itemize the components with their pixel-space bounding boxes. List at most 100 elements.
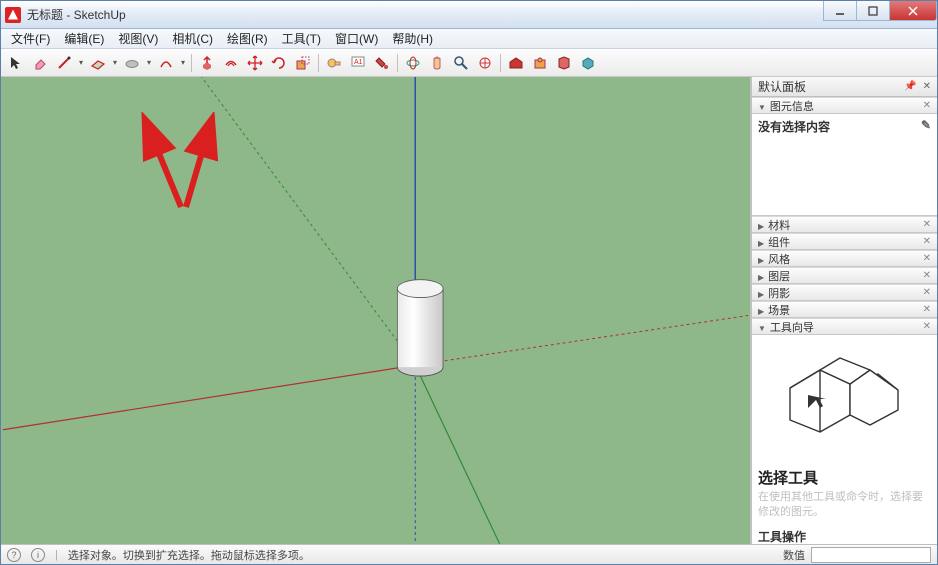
components-button[interactable] — [577, 52, 599, 74]
circle-tool[interactable] — [121, 52, 143, 74]
section-scenes[interactable]: ▶场景✕ — [752, 301, 937, 318]
chevron-right-icon: ▶ — [758, 222, 764, 231]
toolbar: ▾ ▾ ▾ ▾ A1 — [1, 49, 937, 77]
viewport[interactable] — [1, 77, 751, 544]
section-styles[interactable]: ▶风格✕ — [752, 250, 937, 267]
section-close-icon[interactable]: ✕ — [923, 219, 931, 230]
pushpull-tool[interactable] — [196, 52, 218, 74]
side-panel: 默认面板 📌 ✕ ▼ 图元信息 ✕ 没有选择内容 ✎ ▶ 材料 ✕ ▶ 组件 ✕ ▶ 风格 ✕… — [751, 77, 937, 544]
chevron-down-icon: ▼ — [758, 103, 766, 112]
maximize-button[interactable] — [856, 1, 890, 21]
entity-info-title: 图元信息 — [770, 101, 814, 113]
guide-op-title: 工具操作 — [758, 528, 931, 544]
text-tool[interactable]: A1 — [347, 52, 369, 74]
menu-file[interactable]: 文件(F) — [5, 29, 56, 48]
default-tray-header[interactable]: 默认面板 📌 ✕ — [752, 77, 937, 97]
scale-tool[interactable] — [292, 52, 314, 74]
annotation-arrows — [131, 112, 221, 225]
section-label: 风格 — [768, 254, 790, 266]
section-close-icon[interactable]: ✕ — [923, 236, 931, 247]
toolbar-sep-3 — [395, 52, 400, 74]
tape-tool[interactable] — [323, 52, 345, 74]
status-icon-2[interactable]: i — [31, 548, 45, 562]
select-tool[interactable] — [5, 52, 27, 74]
statusbar: ? i | 选择对象。切换到扩充选择。拖动鼠标选择多项。 数值 — [1, 544, 937, 564]
menu-view[interactable]: 视图(V) — [112, 29, 164, 48]
section-label: 工具向导 — [770, 322, 814, 334]
app-icon — [5, 7, 21, 23]
pan-tool[interactable] — [426, 52, 448, 74]
arc-tool[interactable] — [155, 52, 177, 74]
rectangle-tool[interactable] — [87, 52, 109, 74]
section-close-icon[interactable]: ✕ — [923, 321, 931, 332]
menu-draw[interactable]: 绘图(R) — [221, 29, 274, 48]
menu-camera[interactable]: 相机(C) — [166, 29, 219, 48]
eraser-tool[interactable] — [29, 52, 51, 74]
paint-tool[interactable] — [371, 52, 393, 74]
tray-close-icon[interactable]: ✕ — [923, 81, 931, 92]
section-close-icon[interactable]: ✕ — [923, 100, 931, 111]
menu-window[interactable]: 窗口(W) — [329, 29, 384, 48]
measurement-input[interactable] — [811, 547, 931, 563]
section-shadows[interactable]: ▶ 阴影 ✕ — [752, 284, 937, 301]
section-entity-info[interactable]: ▼ 图元信息 ✕ — [752, 97, 937, 114]
status-icon-1[interactable]: ? — [7, 548, 21, 562]
tray-controls: 📌 ✕ — [904, 81, 931, 92]
circle-dropdown[interactable]: ▾ — [145, 58, 153, 67]
move-tool[interactable] — [244, 52, 266, 74]
chevron-right-icon: ▶ — [758, 307, 764, 316]
line-tool[interactable] — [53, 52, 75, 74]
instructor-image — [758, 341, 931, 459]
section-close-icon[interactable]: ✕ — [923, 270, 931, 281]
toolbar-sep-1 — [189, 52, 194, 74]
chevron-right-icon: ▶ — [758, 290, 764, 299]
status-sep: | — [55, 549, 58, 561]
section-label: 组件 — [768, 237, 790, 249]
titlebar: 无标题 - SketchUp — [1, 1, 937, 29]
section-close-icon[interactable]: ✕ — [923, 287, 931, 298]
line-dropdown[interactable]: ▾ — [77, 58, 85, 67]
section-layers[interactable]: ▶ 图层 ✕ — [752, 267, 937, 284]
chevron-down-icon: ▼ — [758, 324, 766, 333]
zoom-tool[interactable] — [450, 52, 472, 74]
section-instructor[interactable]: ▼ 工具向导 ✕ — [752, 318, 937, 335]
layout-button[interactable] — [553, 52, 575, 74]
section-label: 图层 — [768, 271, 790, 283]
warehouse-button[interactable] — [505, 52, 527, 74]
section-label: 材料 — [768, 220, 790, 232]
menu-tools[interactable]: 工具(T) — [276, 29, 327, 48]
window-title: 无标题 - SketchUp — [27, 6, 126, 23]
zoom-extents-tool[interactable] — [474, 52, 496, 74]
measure-label: 数值 — [783, 547, 805, 563]
menu-edit[interactable]: 编辑(E) — [58, 29, 110, 48]
pin-icon[interactable]: 📌 — [904, 81, 916, 92]
chevron-right-icon: ▶ — [758, 273, 764, 282]
offset-tool[interactable] — [220, 52, 242, 74]
scene-canvas — [1, 77, 750, 544]
rectangle-dropdown[interactable]: ▾ — [111, 58, 119, 67]
instructor-body: 选择工具 在使用其他工具或命令时，选择要修改的图元。 工具操作 1. 点击图元。… — [752, 335, 937, 544]
menu-help[interactable]: 帮助(H) — [386, 29, 439, 48]
window-controls — [824, 1, 937, 21]
status-hint: 选择对象。切换到扩充选择。拖动鼠标选择多项。 — [68, 547, 310, 563]
guide-title: 选择工具 — [758, 467, 931, 488]
section-label: 阴影 — [768, 288, 790, 300]
entity-info-pin-icon[interactable]: ✎ — [921, 118, 931, 132]
menubar: 文件(F) 编辑(E) 视图(V) 相机(C) 绘图(R) 工具(T) 窗口(W… — [1, 29, 937, 49]
default-tray-title: 默认面板 — [758, 78, 806, 95]
section-materials[interactable]: ▶ 材料 ✕ — [752, 216, 937, 233]
toolbar-sep-2 — [316, 52, 321, 74]
close-button[interactable] — [889, 1, 937, 21]
entity-info-body: 没有选择内容 ✎ — [752, 114, 937, 216]
section-close-icon[interactable]: ✕ — [923, 304, 931, 315]
section-components[interactable]: ▶ 组件 ✕ — [752, 233, 937, 250]
orbit-tool[interactable] — [402, 52, 424, 74]
arc-dropdown[interactable]: ▾ — [179, 58, 187, 67]
section-close-icon[interactable]: ✕ — [923, 253, 931, 264]
rotate-tool[interactable] — [268, 52, 290, 74]
guide-desc: 在使用其他工具或命令时，选择要修改的图元。 — [758, 490, 931, 520]
chevron-right-icon: ▶ — [758, 239, 764, 248]
minimize-button[interactable] — [823, 1, 857, 21]
main-area: 默认面板 📌 ✕ ▼ 图元信息 ✕ 没有选择内容 ✎ ▶ 材料 ✕ ▶ 组件 ✕ ▶ 风格 ✕… — [1, 77, 937, 544]
extension-button[interactable] — [529, 52, 551, 74]
